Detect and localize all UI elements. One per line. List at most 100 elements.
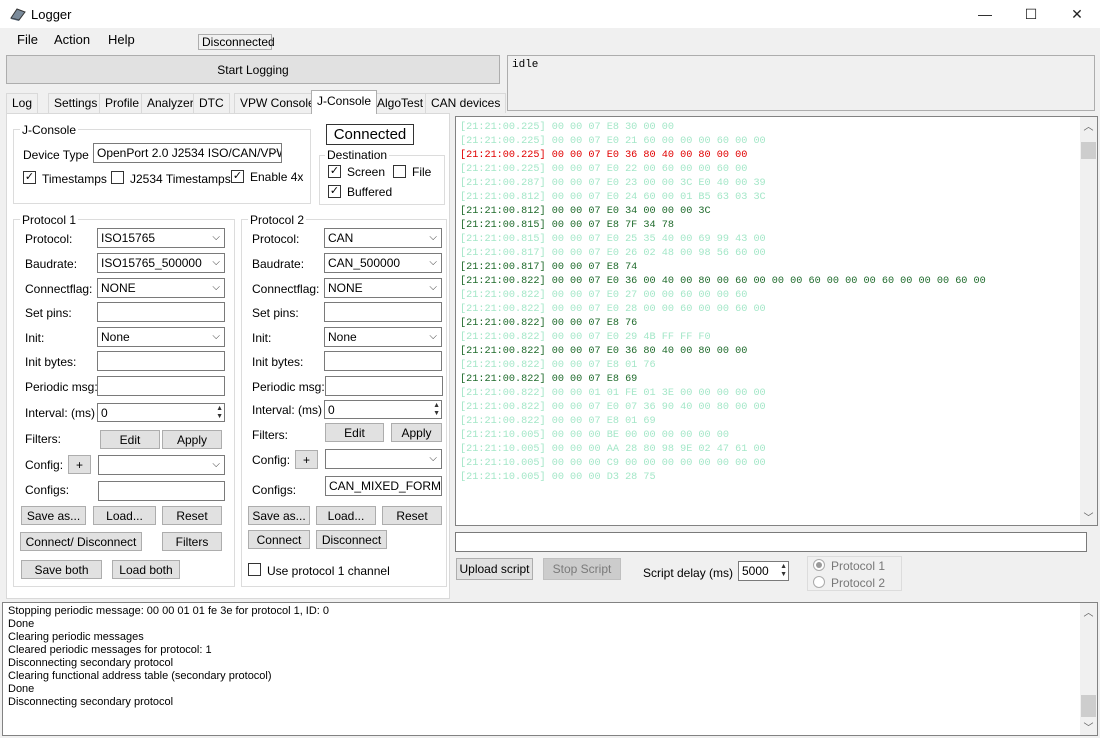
maximize-button[interactable]: ☐ — [1008, 0, 1054, 28]
j2534-timestamps-checkbox[interactable] — [111, 171, 124, 184]
tab-vpw-console[interactable]: VPW Console — [234, 93, 321, 113]
p1-config-select[interactable]: ⌵ — [98, 455, 225, 475]
spin-arrows-icon[interactable]: ▲ ▼ — [433, 402, 440, 418]
p1-initbytes-input[interactable] — [97, 351, 225, 371]
p2-configs-input[interactable]: CAN_MIXED_FORMAT — [325, 476, 442, 496]
p1-connect-disconnect-button[interactable]: Connect/ Disconnect — [20, 532, 142, 551]
use-protocol-1-channel-checkbox[interactable] — [248, 563, 261, 576]
p1-connectflag-select[interactable]: NONE ⌵ — [97, 278, 225, 298]
log-scrollbar[interactable]: ︿ ﹀ — [1080, 603, 1097, 735]
log-line: Clearing functional address table (secon… — [8, 670, 272, 682]
file-checkbox[interactable] — [393, 165, 406, 178]
p1-reset-button[interactable]: Reset — [162, 506, 222, 525]
p1-init-select[interactable]: None ⌵ — [97, 327, 225, 347]
p1-edit-button[interactable]: Edit — [100, 430, 160, 449]
j-console-group — [13, 129, 311, 204]
console-scrollbar[interactable]: ︿ ﹀ — [1080, 117, 1097, 525]
p2-reset-button[interactable]: Reset — [382, 506, 442, 525]
console-line: [21:21:00.815] 00 00 07 E0 25 35 40 00 6… — [460, 234, 766, 245]
p1-apply-button[interactable]: Apply — [162, 430, 222, 449]
close-button[interactable]: ✕ — [1054, 0, 1100, 28]
p2-save-as-button[interactable]: Save as... — [248, 506, 310, 525]
timestamps-checkbox[interactable]: ✓ — [23, 171, 36, 184]
chevron-down-icon: ⌵ — [212, 331, 220, 342]
screen-checkbox[interactable]: ✓ — [328, 165, 341, 178]
p2-initbytes-input[interactable] — [324, 351, 442, 371]
enable-4x-label: Enable 4x — [250, 170, 304, 184]
tab-settings[interactable]: Settings — [48, 93, 104, 113]
load-both-button[interactable]: Load both — [112, 560, 180, 579]
scroll-thumb[interactable] — [1081, 695, 1096, 717]
p2-periodic-input[interactable] — [325, 376, 443, 396]
console-line: [21:21:00.225] 00 00 07 E8 30 00 00 — [460, 122, 674, 133]
tab-log[interactable]: Log — [6, 93, 39, 113]
tab-dtc[interactable]: DTC — [193, 93, 230, 113]
scroll-up-icon[interactable]: ︿ — [1080, 117, 1097, 134]
spin-arrows-icon[interactable]: ▲ ▼ — [780, 563, 787, 579]
p2-apply-button[interactable]: Apply — [391, 423, 442, 442]
use-protocol-1-channel-label: Use protocol 1 channel — [267, 564, 390, 578]
p2-connectflag-select[interactable]: NONE ⌵ — [324, 278, 442, 298]
p1-save-as-button[interactable]: Save as... — [21, 506, 86, 525]
p2-setpins-input[interactable] — [324, 302, 442, 322]
p1-interval-stepper[interactable]: 0 ▲ ▼ — [97, 403, 225, 422]
tab-profile[interactable]: Profile — [99, 93, 146, 113]
p1-filters-button[interactable]: Filters — [162, 532, 222, 551]
p2-disconnect-button[interactable]: Disconnect — [316, 530, 387, 549]
status-text-box: idle — [507, 55, 1095, 111]
console-line: [21:21:10.005] 00 00 00 AA 28 80 98 9E 0… — [460, 444, 766, 455]
p1-configs-input[interactable] — [98, 481, 225, 501]
p2-edit-button[interactable]: Edit — [325, 423, 384, 442]
console-line: [21:21:00.822] 00 00 07 E8 76 — [460, 318, 638, 329]
console-line: [21:21:00.822] 00 00 07 E0 27 00 00 60 0… — [460, 290, 748, 301]
minimize-button[interactable]: — — [962, 0, 1008, 28]
menu-file[interactable]: File — [17, 32, 38, 47]
p2-protocol-select[interactable]: CAN ⌵ — [324, 228, 442, 248]
console-line: [21:21:00.822] 00 00 07 E8 01 69 — [460, 416, 656, 427]
scroll-down-icon[interactable]: ﹀ — [1080, 718, 1097, 735]
p2-baudrate-select[interactable]: CAN_500000 ⌵ — [324, 253, 442, 273]
stop-script-button[interactable]: Stop Script — [543, 558, 621, 580]
tab-can-devices[interactable]: CAN devices — [425, 93, 507, 113]
start-logging-button[interactable]: Start Logging — [6, 55, 500, 84]
p2-connect-button[interactable]: Connect — [248, 530, 310, 549]
scroll-up-icon[interactable]: ︿ — [1080, 603, 1097, 620]
scroll-thumb[interactable] — [1081, 142, 1096, 159]
spin-arrows-icon[interactable]: ▲ ▼ — [216, 405, 223, 421]
radio-protocol-2[interactable] — [813, 576, 825, 588]
radio-protocol-1[interactable] — [813, 559, 825, 571]
p1-filters-label: Filters: — [25, 432, 61, 446]
p2-interval-stepper[interactable]: 0 ▲ ▼ — [324, 400, 442, 419]
menu-action[interactable]: Action — [54, 32, 90, 47]
title-bar — [0, 0, 1100, 28]
tab-algotest[interactable]: AlgoTest — [371, 93, 430, 113]
chevron-down-icon: ⌵ — [429, 453, 437, 464]
script-delay-stepper[interactable]: 5000 ▲ ▼ — [738, 561, 789, 581]
enable-4x-checkbox[interactable]: ✓ — [231, 170, 244, 183]
p1-baudrate-select[interactable]: ISO15765_500000 ⌵ — [97, 253, 225, 273]
p2-add-config-button[interactable]: + — [295, 450, 318, 469]
menu-help[interactable]: Help — [108, 32, 135, 47]
chevron-down-icon: ⌵ — [429, 257, 437, 268]
upload-script-button[interactable]: Upload script — [456, 558, 533, 580]
p2-connectflag-label: Connectflag: — [252, 282, 320, 296]
p1-add-config-button[interactable]: + — [68, 455, 91, 474]
script-command-input[interactable] — [455, 532, 1087, 552]
p1-load-button[interactable]: Load... — [93, 506, 156, 525]
console-line: [21:21:00.822] 00 00 07 E8 01 76 — [460, 360, 656, 371]
p2-config-select[interactable]: ⌵ — [325, 449, 442, 469]
tab-analyzer[interactable]: Analyzer — [141, 93, 200, 113]
p1-setpins-input[interactable] — [97, 302, 225, 322]
device-type-select[interactable]: OpenPort 2.0 J2534 ISO/CAN/VPW ⌵ — [93, 143, 282, 163]
log-output[interactable]: Stopping periodic message: 00 00 01 01 f… — [2, 602, 1098, 736]
buffered-checkbox[interactable]: ✓ — [328, 185, 341, 198]
p1-periodic-input[interactable] — [97, 376, 225, 396]
scroll-down-icon[interactable]: ﹀ — [1080, 508, 1097, 525]
console-output[interactable]: [21:21:00.225] 00 00 07 E8 30 00 00 [21:2… — [455, 116, 1098, 526]
p2-init-select[interactable]: None ⌵ — [324, 327, 442, 347]
p2-load-button[interactable]: Load... — [316, 506, 376, 525]
save-both-button[interactable]: Save both — [21, 560, 102, 579]
p1-protocol-select[interactable]: ISO15765 ⌵ — [97, 228, 225, 248]
connected-indicator: Connected — [326, 124, 414, 145]
tab-j-console[interactable]: J-Console — [311, 90, 378, 114]
